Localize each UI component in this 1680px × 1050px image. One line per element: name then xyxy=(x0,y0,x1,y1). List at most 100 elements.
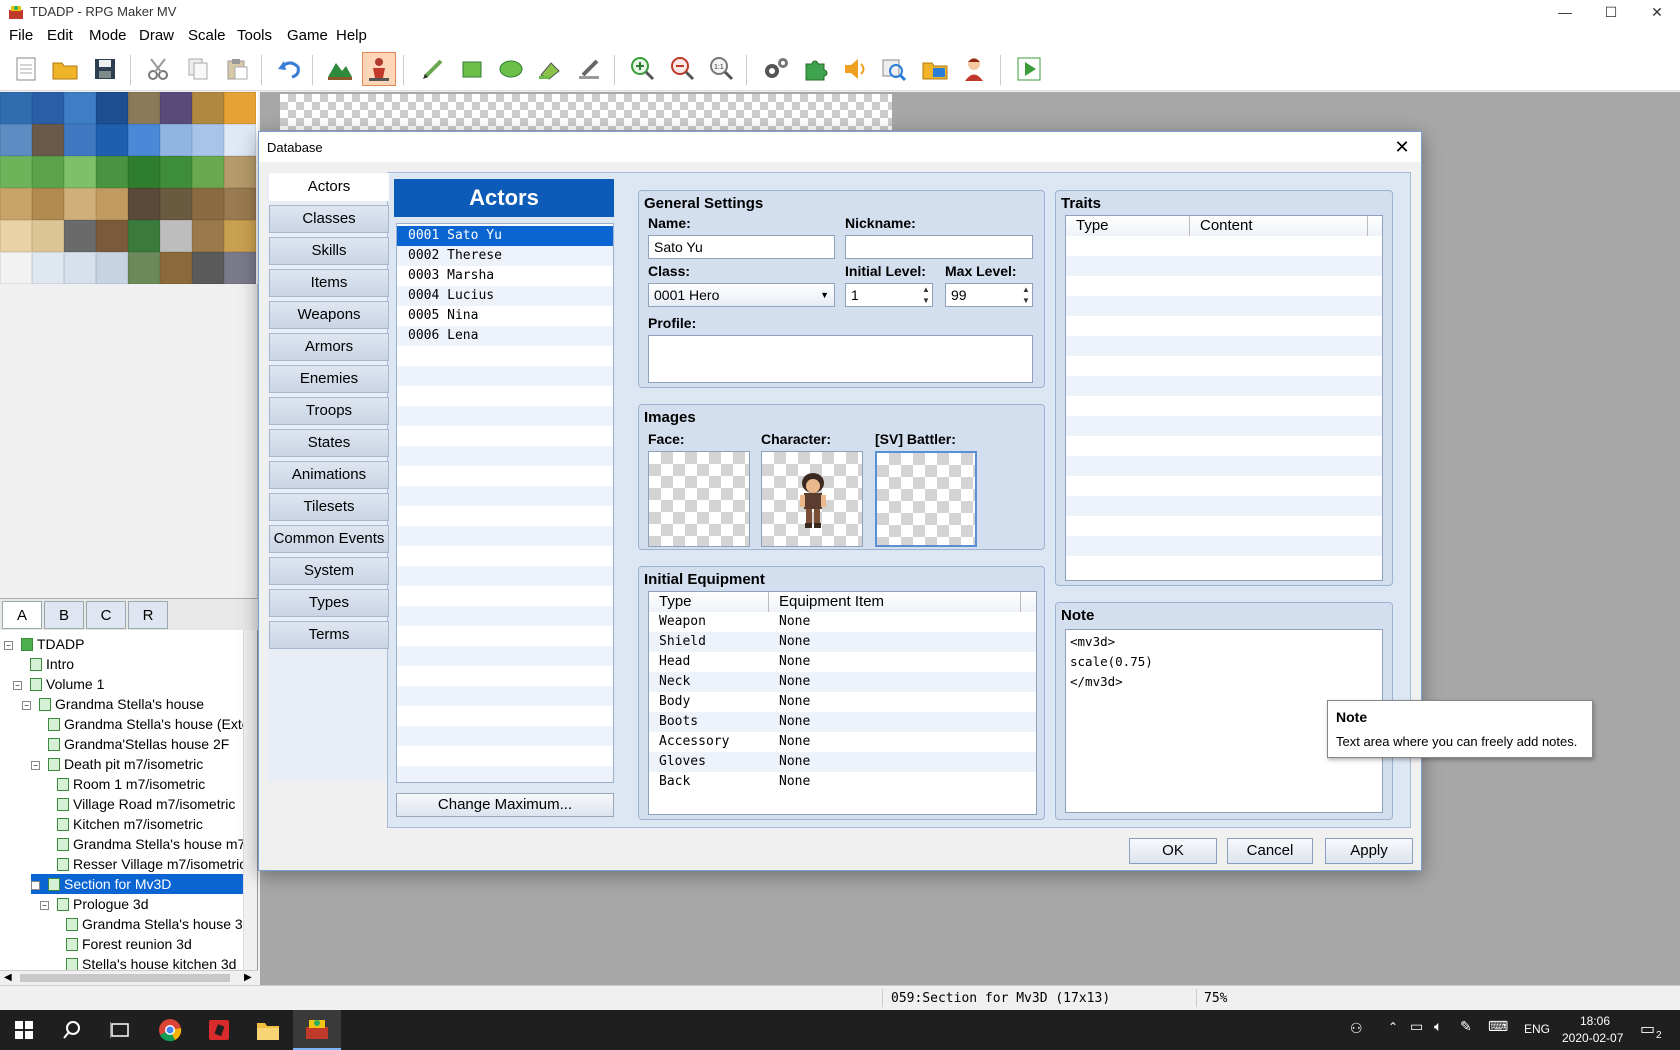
zoom-in-icon[interactable] xyxy=(626,52,660,86)
tile[interactable] xyxy=(32,124,64,156)
actor-list-empty-row[interactable] xyxy=(397,646,613,666)
tile[interactable] xyxy=(0,220,32,252)
minimize-button[interactable]: — xyxy=(1542,0,1588,25)
category-classes[interactable]: Classes xyxy=(269,205,389,233)
tile[interactable] xyxy=(192,92,224,124)
tileset-tab-r[interactable]: R xyxy=(128,601,168,629)
equipment-item-cell[interactable]: None xyxy=(779,652,810,672)
name-input[interactable]: Sato Yu xyxy=(648,235,835,259)
traits-empty-row[interactable] xyxy=(1066,436,1382,456)
tile[interactable] xyxy=(128,92,160,124)
actor-list-empty-row[interactable] xyxy=(397,766,613,782)
equipment-type-cell[interactable]: Weapon xyxy=(659,612,706,632)
tile[interactable] xyxy=(96,92,128,124)
map-tree-item[interactable]: − Grandma Stella's house xyxy=(22,694,257,714)
map-tree-item[interactable]: − Section for Mv3D xyxy=(31,874,257,894)
rpg-maker-taskbar-icon[interactable] xyxy=(293,1010,341,1050)
flood-fill-icon[interactable] xyxy=(533,52,567,86)
map-tree-item[interactable]: − Prologue 3d xyxy=(40,894,257,914)
tile[interactable] xyxy=(128,188,160,220)
traits-empty-row[interactable] xyxy=(1066,336,1382,356)
actor-list-empty-row[interactable] xyxy=(397,726,613,746)
menu-tools[interactable]: Tools xyxy=(237,27,272,44)
tile[interactable] xyxy=(128,252,160,284)
category-animations[interactable]: Animations xyxy=(269,461,389,489)
equipment-type-cell[interactable]: Head xyxy=(659,652,690,672)
category-states[interactable]: States xyxy=(269,429,389,457)
pencil-icon[interactable] xyxy=(416,52,450,86)
menu-edit[interactable]: Edit xyxy=(47,27,73,44)
scroll-right-icon[interactable]: ▶ xyxy=(244,972,252,983)
category-armors[interactable]: Armors xyxy=(269,333,389,361)
map-tree-item[interactable]: Kitchen m7/isometric xyxy=(40,814,257,834)
map-tree-item[interactable]: Grandma'Stellas house 2F xyxy=(31,734,257,754)
category-system[interactable]: System xyxy=(269,557,389,585)
actor-list-empty-row[interactable] xyxy=(397,466,613,486)
actor-list-item[interactable]: 0002 Therese xyxy=(397,246,613,266)
event-searcher-icon[interactable] xyxy=(877,52,911,86)
people-icon[interactable]: ⚇ xyxy=(1350,1020,1363,1037)
equipment-item-cell[interactable]: None xyxy=(779,692,810,712)
tileset-palette[interactable] xyxy=(0,92,258,284)
tile[interactable] xyxy=(0,252,32,284)
tile[interactable] xyxy=(192,156,224,188)
resource-manager-icon[interactable] xyxy=(918,52,952,86)
equipment-type-cell[interactable]: Back xyxy=(659,772,690,792)
tile[interactable] xyxy=(192,188,224,220)
actor-list-item[interactable]: 0003 Marsha xyxy=(397,266,613,286)
tile[interactable] xyxy=(64,92,96,124)
actor-list-empty-row[interactable] xyxy=(397,546,613,566)
menu-game[interactable]: Game xyxy=(287,27,328,44)
menu-scale[interactable]: Scale xyxy=(188,27,226,44)
actor-list-empty-row[interactable] xyxy=(397,346,613,366)
tile[interactable] xyxy=(32,188,64,220)
menu-draw[interactable]: Draw xyxy=(139,27,174,44)
map-tree-item[interactable]: Room 1 m7/isometric xyxy=(40,774,257,794)
spin-arrows-icon[interactable]: ▲ ▼ xyxy=(920,284,932,306)
collapse-toggle-icon[interactable]: − xyxy=(40,901,49,910)
map-tree-horizontal-scrollbar[interactable]: ◀ ▶ xyxy=(0,970,258,985)
keyboard-icon[interactable]: ⌨ xyxy=(1488,1018,1508,1035)
map-tree-item[interactable]: Grandma Stella's house m7/is xyxy=(40,834,257,854)
actor-list-empty-row[interactable] xyxy=(397,746,613,766)
actual-size-icon[interactable]: 1:1 xyxy=(705,52,739,86)
map-tree-item[interactable]: Grandma Stella's house (Exter xyxy=(31,714,257,734)
traits-empty-row[interactable] xyxy=(1066,296,1382,316)
tile[interactable] xyxy=(96,220,128,252)
actor-list-empty-row[interactable] xyxy=(397,446,613,466)
traits-empty-row[interactable] xyxy=(1066,396,1382,416)
new-project-icon[interactable] xyxy=(9,52,43,86)
map-tree-item[interactable]: Resser Village m7/isometric xyxy=(40,854,257,874)
chrome-icon[interactable] xyxy=(146,1010,194,1050)
cut-icon[interactable] xyxy=(141,52,175,86)
equipment-type-cell[interactable]: Body xyxy=(659,692,690,712)
clock-date[interactable]: 2020-02-07 xyxy=(1562,1031,1623,1045)
tile[interactable] xyxy=(96,188,128,220)
tile[interactable] xyxy=(160,252,192,284)
search-icon[interactable] xyxy=(48,1010,96,1050)
equipment-type-cell[interactable]: Boots xyxy=(659,712,698,732)
tile[interactable] xyxy=(128,156,160,188)
traits-col-content[interactable]: Content xyxy=(1190,216,1368,236)
equipment-col-type[interactable]: Type xyxy=(649,592,769,612)
equipment-type-cell[interactable]: Neck xyxy=(659,672,690,692)
map-tree-item[interactable]: − Volume 1 xyxy=(13,674,257,694)
actor-list-empty-row[interactable] xyxy=(397,366,613,386)
equipment-item-cell[interactable]: None xyxy=(779,752,810,772)
actor-list-empty-row[interactable] xyxy=(397,526,613,546)
actor-list-empty-row[interactable] xyxy=(397,706,613,726)
equipment-item-cell[interactable]: None xyxy=(779,772,810,792)
tray-chevron-icon[interactable]: ⌃ xyxy=(1388,1020,1398,1034)
equipment-col-item[interactable]: Equipment Item xyxy=(769,592,1021,612)
traits-empty-row[interactable] xyxy=(1066,496,1382,516)
plugin-manager-icon[interactable] xyxy=(798,52,832,86)
tile[interactable] xyxy=(64,252,96,284)
paste-icon[interactable] xyxy=(220,52,254,86)
tile[interactable] xyxy=(224,124,256,156)
zoom-out-icon[interactable] xyxy=(666,52,700,86)
volume-icon[interactable]: 🔈︎ xyxy=(1434,1018,1442,1035)
collapse-toggle-icon[interactable]: − xyxy=(13,681,22,690)
red-app-icon[interactable] xyxy=(195,1010,243,1050)
actor-list-empty-row[interactable] xyxy=(397,566,613,586)
initial-level-stepper[interactable]: 1 ▲ ▼ xyxy=(845,283,933,307)
